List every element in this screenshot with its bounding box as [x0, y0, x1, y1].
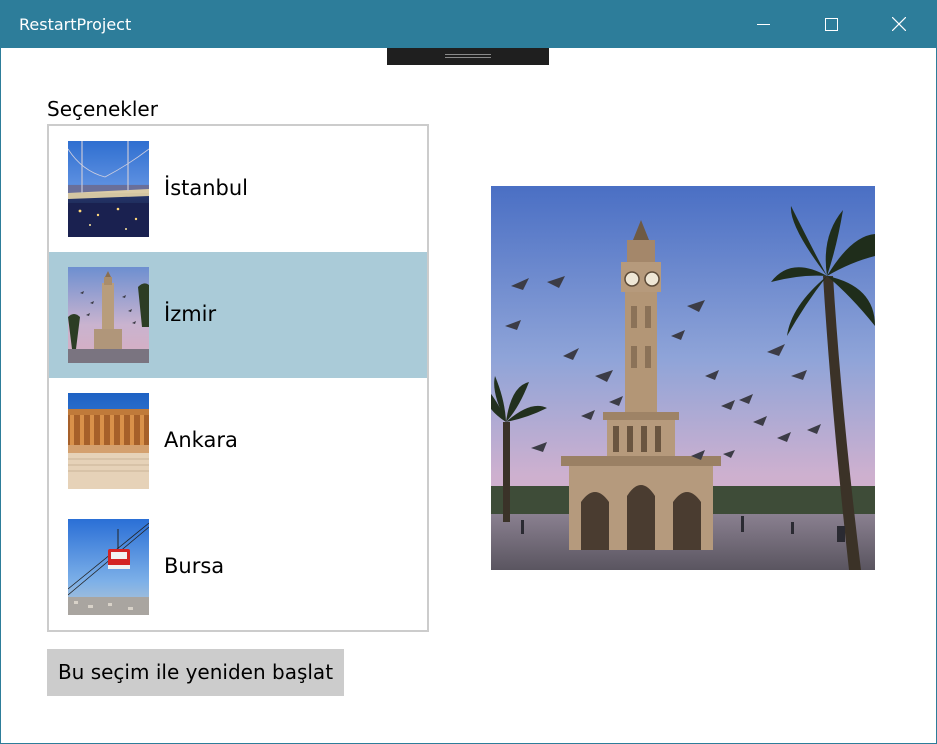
app-window: RestartProject Seçenekler İstanbul İzmir… — [0, 0, 937, 744]
close-icon — [892, 17, 906, 31]
list-item-bursa[interactable]: Bursa — [49, 504, 427, 630]
restart-button[interactable]: Bu seçim ile yeniden başlat — [47, 649, 344, 696]
maximize-button[interactable] — [797, 1, 865, 48]
list-item-label: Bursa — [164, 554, 225, 578]
list-item-label: İstanbul — [164, 176, 249, 200]
window-title: RestartProject — [19, 15, 132, 34]
list-item-label: İzmir — [164, 302, 217, 326]
close-button[interactable] — [865, 1, 933, 48]
thumbnail-istanbul — [68, 141, 149, 237]
thumbnail-izmir — [68, 267, 149, 363]
thumbnail-ankara — [68, 393, 149, 489]
grip-icon — [445, 54, 491, 58]
minimize-button[interactable] — [729, 1, 797, 48]
list-item-izmir[interactable]: İzmir — [49, 252, 427, 378]
drag-handle[interactable] — [387, 48, 549, 65]
options-label: Seçenekler — [47, 97, 158, 121]
preview-image — [491, 186, 875, 570]
list-item-ankara[interactable]: Ankara — [49, 378, 427, 504]
maximize-icon — [825, 18, 838, 31]
list-item-istanbul[interactable]: İstanbul — [49, 126, 427, 252]
thumbnail-bursa — [68, 519, 149, 615]
options-list[interactable]: İstanbul İzmir Ankara Bursa — [47, 124, 429, 632]
title-bar[interactable]: RestartProject — [1, 1, 936, 48]
list-item-label: Ankara — [164, 428, 238, 452]
minimize-icon — [757, 24, 770, 25]
